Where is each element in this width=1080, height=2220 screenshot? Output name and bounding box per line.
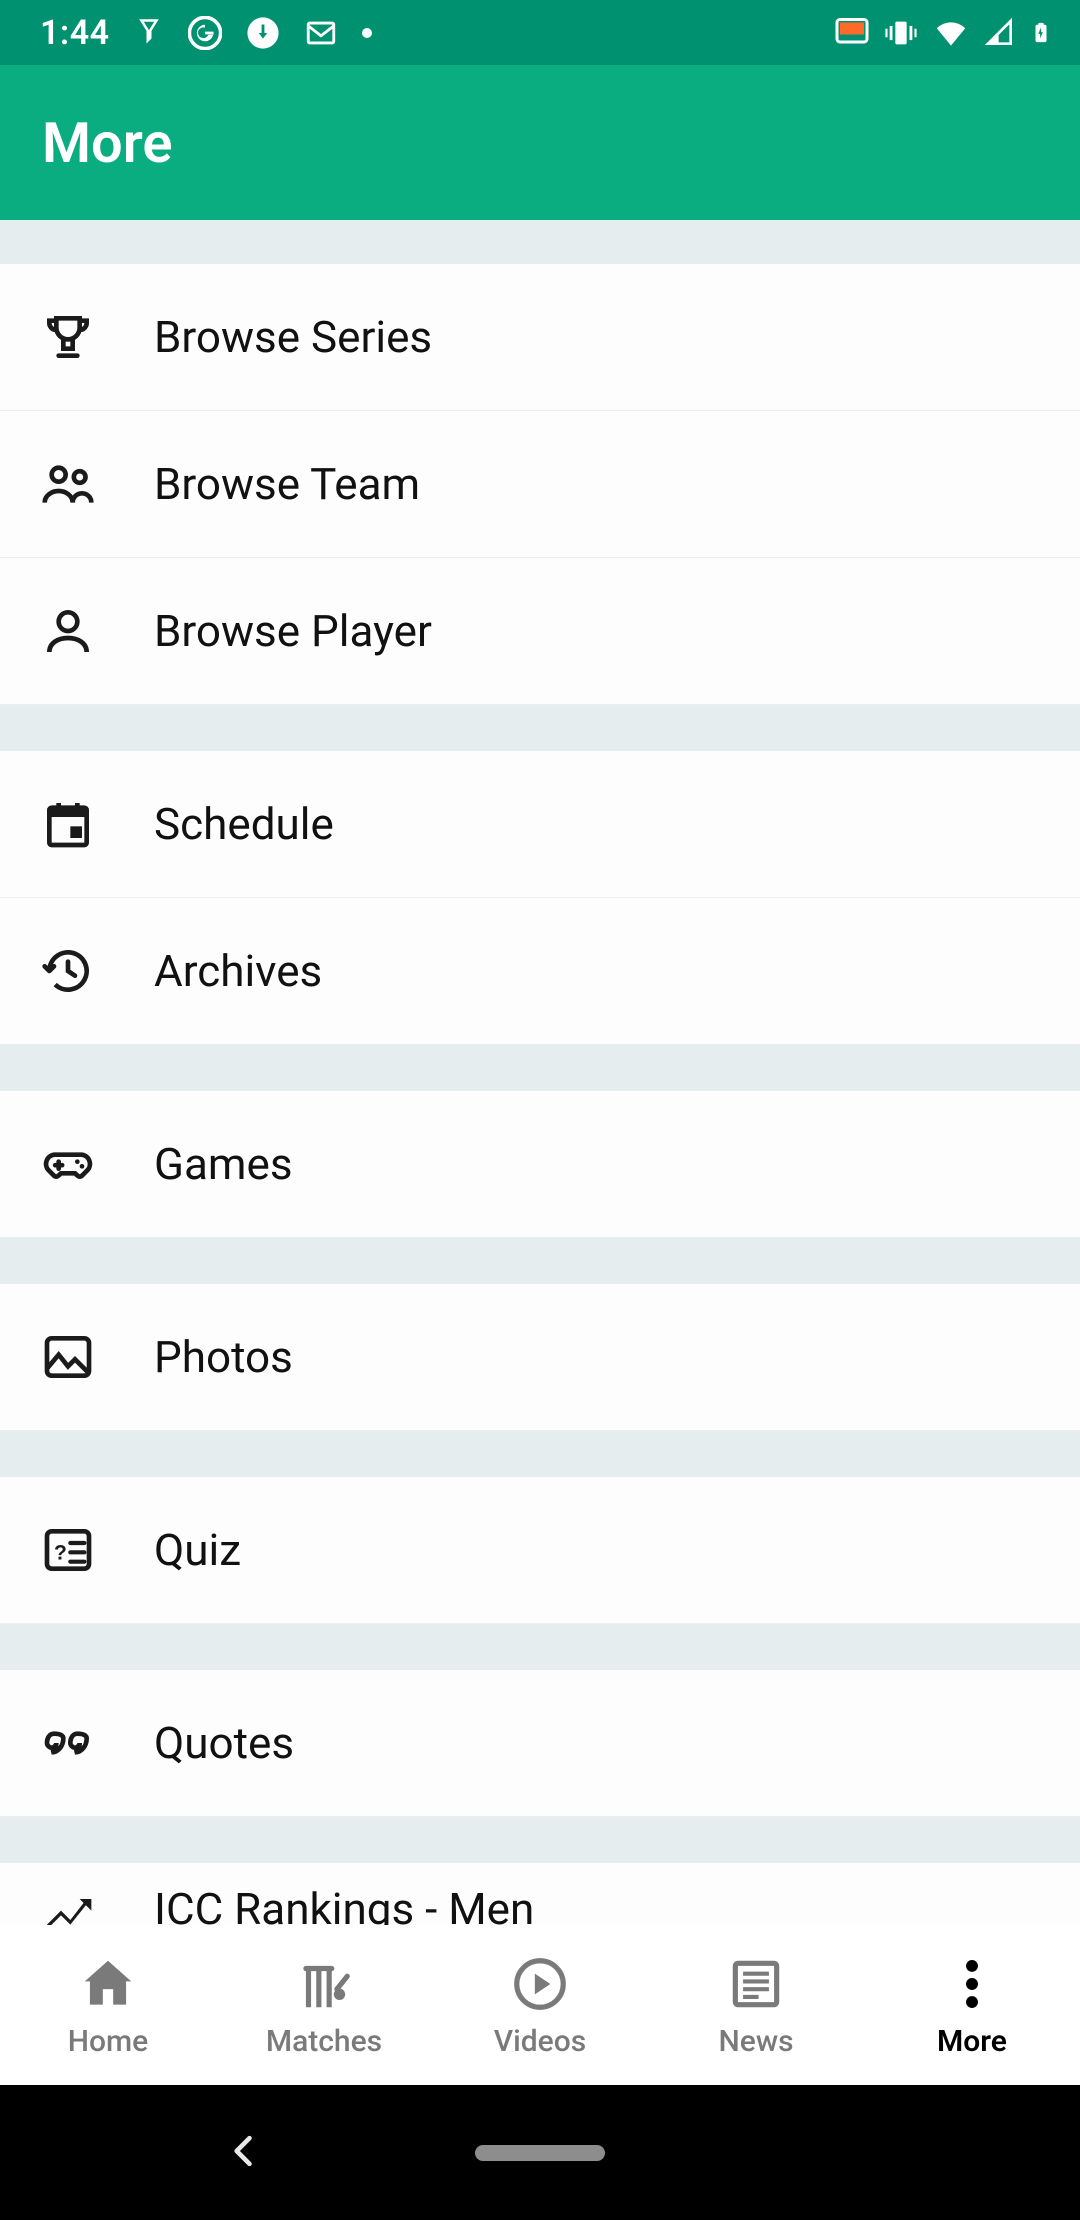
quotes-icon [38, 1713, 98, 1773]
more-vert-icon [940, 1952, 1004, 2016]
calendar-icon [38, 794, 98, 854]
row-label: Quotes [154, 1717, 294, 1769]
team-icon [38, 454, 98, 514]
row-label: Schedule [154, 798, 334, 850]
tab-more[interactable]: More [864, 1925, 1080, 2085]
more-menu-scroll[interactable]: Browse Series Browse Team Browse Player … [0, 220, 1080, 1925]
trending-icon [38, 1883, 98, 1925]
row-label: Games [154, 1138, 293, 1190]
image-icon [38, 1327, 98, 1387]
row-label: Browse Player [154, 605, 432, 657]
row-quiz[interactable]: ? Quiz [0, 1477, 1080, 1624]
history-icon [38, 941, 98, 1001]
section-gap [0, 1817, 1080, 1863]
section-gap [0, 1238, 1080, 1284]
home-icon [76, 1952, 140, 2016]
row-label: Archives [154, 945, 322, 997]
page-title: More [42, 110, 172, 176]
battery-charging-icon [1030, 16, 1052, 50]
app-bar: More [0, 65, 1080, 220]
trophy-icon [38, 307, 98, 367]
section-gap [0, 1624, 1080, 1670]
tab-label: News [718, 2024, 793, 2059]
google-badge-icon [188, 16, 222, 50]
row-label: ICC Rankings - Men [154, 1883, 534, 1925]
notification-dot-icon [362, 28, 372, 38]
cast-icon [834, 15, 870, 51]
tab-videos[interactable]: Videos [432, 1925, 648, 2085]
wifi-icon [932, 14, 970, 52]
row-quotes[interactable]: Quotes [0, 1670, 1080, 1817]
row-schedule[interactable]: Schedule [0, 751, 1080, 898]
svg-text:?: ? [54, 1541, 67, 1564]
status-bar: 1:44 [0, 0, 1080, 65]
cricket-icon [292, 1952, 356, 2016]
vibrate-icon [884, 16, 918, 50]
system-nav-bar [0, 2085, 1080, 2220]
system-home-pill[interactable] [475, 2145, 605, 2161]
tab-news[interactable]: News [648, 1925, 864, 2085]
section-gap [0, 1431, 1080, 1477]
tab-label: Videos [494, 2024, 586, 2059]
tab-label: Home [68, 2024, 149, 2059]
bottom-tab-bar: Home Matches Videos News More [0, 1925, 1080, 2085]
signal-icon [984, 17, 1016, 49]
tab-home[interactable]: Home [0, 1925, 216, 2085]
row-games[interactable]: Games [0, 1091, 1080, 1238]
section-gap [0, 1045, 1080, 1091]
row-icc-rankings[interactable]: ICC Rankings - Men [0, 1863, 1080, 1925]
system-back-button[interactable] [222, 2129, 266, 2177]
tab-label: More [937, 2024, 1007, 2059]
download-badge-icon [246, 16, 280, 50]
news-icon [724, 1952, 788, 2016]
row-photos[interactable]: Photos [0, 1284, 1080, 1431]
quiz-icon: ? [38, 1520, 98, 1580]
row-browse-player[interactable]: Browse Player [0, 558, 1080, 705]
row-archives[interactable]: Archives [0, 898, 1080, 1045]
row-browse-series[interactable]: Browse Series [0, 264, 1080, 411]
person-icon [38, 601, 98, 661]
tab-matches[interactable]: Matches [216, 1925, 432, 2085]
gamepad-icon [38, 1134, 98, 1194]
status-clock: 1:44 [40, 13, 110, 53]
row-label: Photos [154, 1331, 293, 1383]
screentime-icon [134, 18, 164, 48]
tab-label: Matches [266, 2024, 382, 2059]
section-gap [0, 220, 1080, 264]
row-label: Quiz [154, 1524, 241, 1576]
gmail-icon [304, 16, 338, 50]
row-label: Browse Series [154, 311, 432, 363]
row-browse-team[interactable]: Browse Team [0, 411, 1080, 558]
section-gap [0, 705, 1080, 751]
play-circle-icon [508, 1952, 572, 2016]
row-label: Browse Team [154, 458, 420, 510]
